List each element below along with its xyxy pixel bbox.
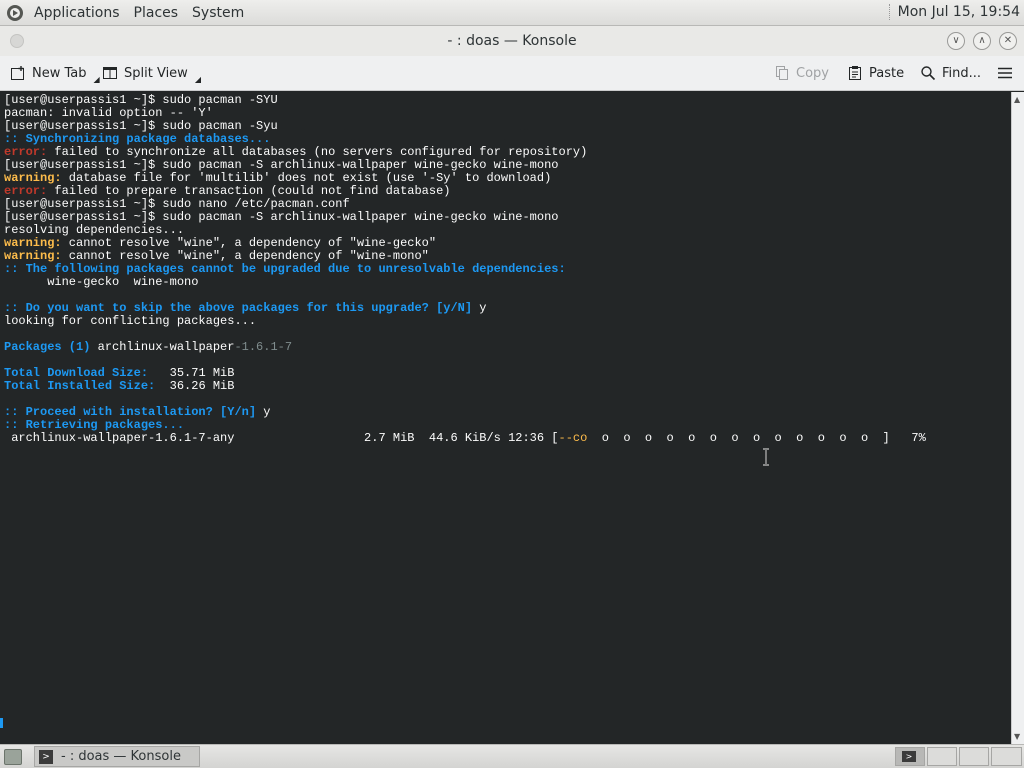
terminal-text: [user@userpassis1 ~]$ sudo nano /etc/pac… <box>4 197 350 211</box>
terminal-text: pacman: invalid option -- 'Y' <box>4 106 213 120</box>
terminal-text: 36.26 MiB <box>155 379 235 393</box>
new-tab-dropdown-icon[interactable]: ◢ <box>94 75 100 84</box>
terminal-text: :: Proceed with installation? [Y/n] <box>4 405 257 419</box>
terminal-text: y <box>472 301 487 315</box>
hamburger-menu-icon <box>996 64 1014 82</box>
terminal-text: warning: <box>4 236 62 250</box>
workspace-4[interactable] <box>991 747 1022 766</box>
terminal-output: [user@userpassis1 ~]$ sudo pacman -SYU pa… <box>0 92 1011 445</box>
terminal-text: error: <box>4 184 48 198</box>
scroll-up-icon[interactable]: ▲ <box>1014 95 1020 104</box>
clock[interactable]: Mon Jul 15, 19:54 <box>888 4 1020 20</box>
workspace-3[interactable] <box>959 747 989 766</box>
terminal-text: :: Retrieving packages... <box>4 418 185 432</box>
terminal-text: warning: <box>4 171 62 185</box>
terminal-icon: > <box>902 751 916 762</box>
places-menu[interactable]: Places <box>127 5 186 21</box>
minimize-icon[interactable]: ∨ <box>947 32 965 50</box>
terminal-line: archlinux-wallpaper-1.6.1-7-any 2.7 MiB … <box>4 432 1011 445</box>
mouse-ibeam-cursor-icon <box>763 448 769 466</box>
window-titlebar[interactable]: - : doas — Konsole ∨ ∧ ✕ <box>0 26 1024 56</box>
taskbar-item-konsole[interactable]: > - : doas — Konsole <box>34 746 200 767</box>
terminal-line: Packages (1) archlinux-wallpaper-1.6.1-7 <box>4 341 1011 354</box>
terminal-text: [user@userpassis1 ~]$ sudo pacman -SYU <box>4 93 278 107</box>
workspace-1[interactable]: > <box>895 747 925 766</box>
terminal-text: resolving dependencies... <box>4 223 185 237</box>
terminal-view[interactable]: [user@userpassis1 ~]$ sudo pacman -SYU pa… <box>0 92 1011 744</box>
search-icon <box>919 64 937 82</box>
terminal-text: looking for conflicting packages... <box>4 314 257 328</box>
paste-label: Paste <box>869 65 905 81</box>
terminal-text: -1.6.1-7 <box>234 340 293 354</box>
terminal-text: :: The following packages cannot be upgr… <box>4 262 566 276</box>
terminal-text: failed to synchronize all databases (no … <box>47 145 588 159</box>
terminal-text: o o o o o o o o o o o o o ] 7% <box>587 431 926 445</box>
window-menu-icon[interactable] <box>10 34 24 48</box>
terminal-text: error: <box>4 145 48 159</box>
maximize-icon[interactable]: ∧ <box>973 32 991 50</box>
gnome-foot-icon[interactable] <box>6 4 24 22</box>
paste-button[interactable]: Paste <box>846 62 904 84</box>
split-view-label: Split View <box>124 65 188 81</box>
find-label: Find... <box>942 65 982 81</box>
terminal-text: archlinux-wallpaper <box>90 340 235 354</box>
terminal-text: :: Do you want to skip the above package… <box>4 301 473 315</box>
terminal-text: [user@userpassis1 ~]$ sudo pacman -Syu <box>4 119 278 133</box>
terminal-text: [user@userpassis1 ~]$ sudo pacman -S arc… <box>4 210 559 224</box>
split-view-icon <box>101 64 119 82</box>
paste-icon <box>846 64 864 82</box>
terminal-text: 35.71 MiB <box>148 366 235 380</box>
terminal-icon: > <box>39 749 53 764</box>
terminal-text: database file for 'multilib' does not ex… <box>61 171 552 185</box>
workspace-2[interactable] <box>927 747 957 766</box>
terminal-text: Total Installed Size: <box>4 379 156 393</box>
terminal-text: Total Download Size: <box>4 366 149 380</box>
terminal-scrollbar[interactable]: ▲ ▼ <box>1011 92 1024 744</box>
copy-button[interactable]: Copy <box>773 62 829 84</box>
split-view-dropdown-icon[interactable]: ◢ <box>195 75 201 84</box>
new-tab-label: New Tab <box>32 65 87 81</box>
terminal-text: [user@userpassis1 ~]$ sudo pacman -S arc… <box>4 158 559 172</box>
konsole-toolbar: New Tab ◢ Split View ◢ Copy Paste Find..… <box>0 56 1024 91</box>
window-title: - : doas — Konsole <box>447 33 577 49</box>
terminal-text: Packages (1) <box>4 340 91 354</box>
terminal-text: y <box>256 405 271 419</box>
system-menu[interactable]: System <box>185 5 251 21</box>
show-desktop-icon[interactable] <box>4 749 22 765</box>
terminal-text: cannot resolve "wine", a dependency of "… <box>61 236 437 250</box>
close-icon[interactable]: ✕ <box>999 32 1017 50</box>
terminal-text: archlinux-wallpaper-1.6.1-7-any 2.7 MiB … <box>4 431 559 445</box>
top-panel: Applications Places System Mon Jul 15, 1… <box>0 0 1024 26</box>
terminal-text: warning: <box>4 249 62 263</box>
hamburger-menu-button[interactable] <box>996 62 1014 84</box>
split-view-button[interactable]: Split View ◢ <box>101 62 201 84</box>
terminal-text: failed to prepare transaction (could not… <box>47 184 451 198</box>
copy-label: Copy <box>796 65 829 81</box>
terminal-line: Total Installed Size: 36.26 MiB <box>4 380 1011 393</box>
terminal-text: --co <box>558 431 588 445</box>
terminal-text: cannot resolve "wine", a dependency of "… <box>61 249 429 263</box>
copy-icon <box>773 64 791 82</box>
terminal-line: looking for conflicting packages... <box>4 315 1011 328</box>
terminal-text: wine-gecko wine-mono <box>4 275 199 289</box>
bottom-panel: > - : doas — Konsole > <box>0 744 1024 768</box>
new-tab-icon <box>9 64 27 82</box>
scroll-down-icon[interactable]: ▼ <box>1014 732 1020 741</box>
new-tab-button[interactable]: New Tab ◢ <box>9 62 100 84</box>
taskbar-item-label: - : doas — Konsole <box>61 749 181 764</box>
terminal-line: wine-gecko wine-mono <box>4 276 1011 289</box>
terminal-cursor <box>0 718 3 728</box>
find-button[interactable]: Find... <box>919 62 981 84</box>
terminal-text: :: Synchronizing package databases... <box>4 132 271 146</box>
applications-menu[interactable]: Applications <box>27 5 127 21</box>
